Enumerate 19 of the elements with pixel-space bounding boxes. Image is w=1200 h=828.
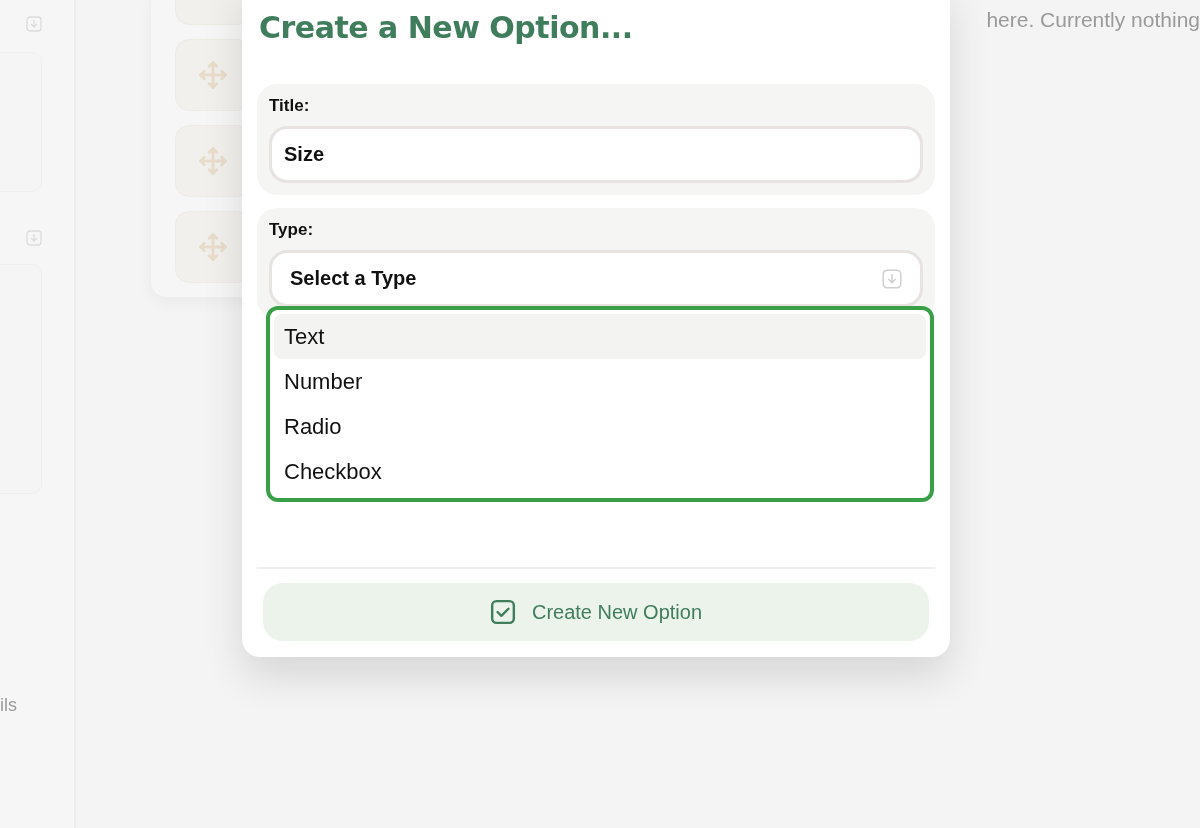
download-icon: [26, 16, 42, 32]
download-icon: [26, 230, 42, 246]
type-select[interactable]: Select a Type: [269, 250, 923, 307]
field-label: Title:: [269, 96, 310, 116]
hint-text: here. Currently nothing: [986, 8, 1200, 32]
move-icon: [198, 146, 228, 176]
move-icon: [198, 60, 228, 90]
field-label: Type:: [269, 220, 314, 240]
title-field[interactable]: Size: [269, 126, 923, 183]
move-icon: [198, 232, 228, 262]
create-option-button[interactable]: Create New Option: [263, 583, 929, 641]
dropdown-option[interactable]: Number: [274, 359, 926, 404]
chevron-down-icon: [882, 268, 902, 289]
dropdown-option[interactable]: Checkbox: [274, 449, 926, 494]
dialog-title: Create a New Option...: [259, 10, 633, 45]
check-square-icon: [489, 599, 516, 625]
sidebar-text: ils: [0, 695, 18, 716]
dropdown-option[interactable]: Radio: [274, 404, 926, 449]
dropdown-option[interactable]: Text: [274, 314, 926, 359]
